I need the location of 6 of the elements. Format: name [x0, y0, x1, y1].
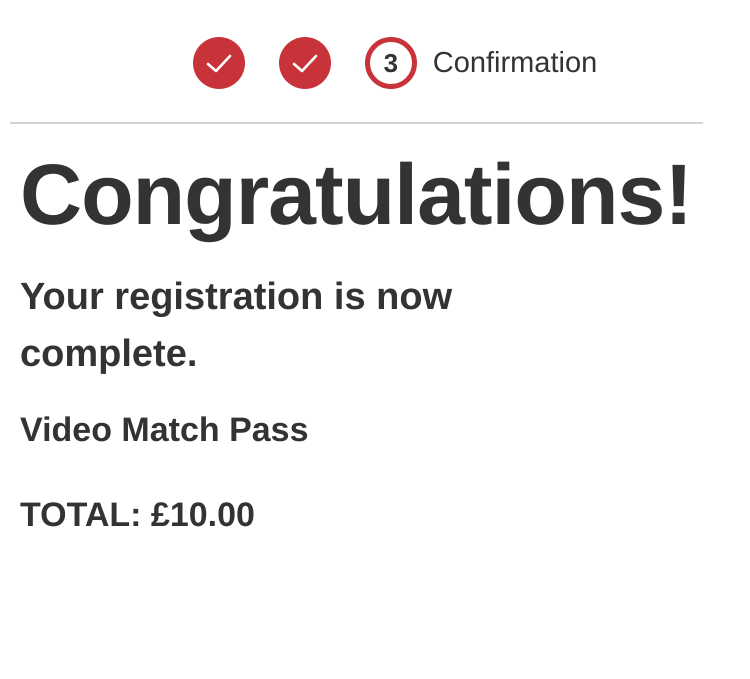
order-total: TOTAL: £10.00 [20, 496, 256, 536]
step-label: Confirmation [432, 46, 598, 80]
step-number: 3 [364, 37, 417, 89]
confirmation-message: Your registration is now complete. [20, 275, 454, 378]
product-name: Video Match Pass [20, 411, 310, 450]
heading: Congratulations! [20, 146, 693, 245]
